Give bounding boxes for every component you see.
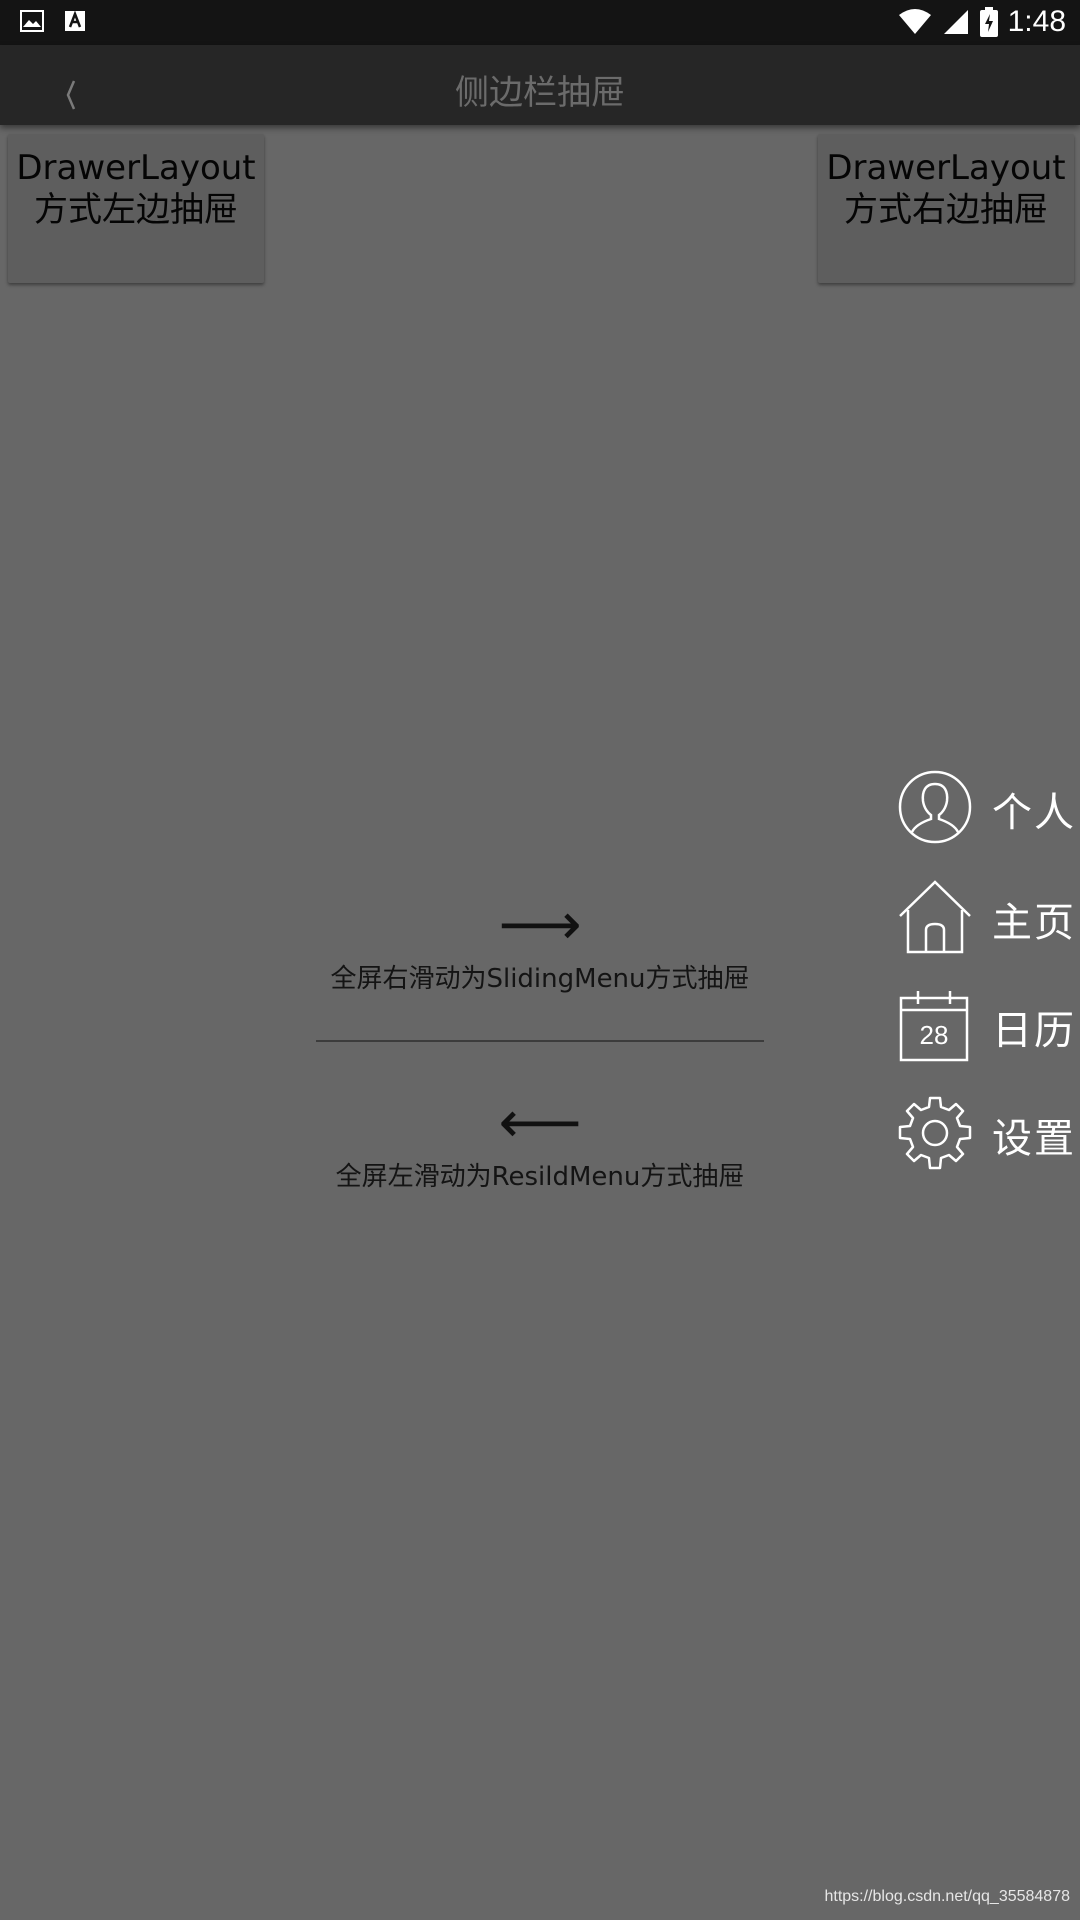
divider (316, 1040, 764, 1042)
menu-item-calendar[interactable]: 28 日历 (898, 984, 1080, 1064)
toolbar: 侧边栏抽屉 (0, 45, 1080, 125)
watermark: https://blog.csdn.net/qq_35584878 (824, 1888, 1070, 1905)
person-icon (898, 770, 972, 844)
menu-item-settings[interactable]: 设置 (898, 1092, 1080, 1172)
home-icon (899, 880, 971, 954)
calendar-icon: 28 (899, 991, 969, 1062)
battery-charging-icon (979, 7, 998, 37)
text-a-icon (65, 10, 85, 31)
menu-label-calendar: 日历 (992, 1008, 1076, 1054)
wifi-icon (898, 9, 931, 34)
menu-label-settings: 设置 (992, 1116, 1076, 1162)
page-title: 侧边栏抽屉 (455, 73, 625, 113)
calendar-icon-text: 28 (920, 1020, 949, 1050)
cell-signal-icon (943, 10, 968, 34)
menu-item-personal[interactable]: 个人 (898, 766, 1080, 846)
image-icon (20, 10, 44, 32)
menu-label-home: 主页 (992, 900, 1076, 946)
gear-icon (898, 1096, 972, 1170)
menu-item-home[interactable]: 主页 (898, 876, 1080, 956)
right-drawer-button[interactable]: DrawerLayout方式右边抽屉 (818, 134, 1074, 283)
status-bar: 1:48 (0, 0, 1080, 45)
menu-label-personal: 个人 (992, 790, 1076, 836)
status-time: 1:48 (1007, 5, 1066, 38)
left-drawer-button[interactable]: DrawerLayout方式左边抽屉 (8, 134, 264, 283)
